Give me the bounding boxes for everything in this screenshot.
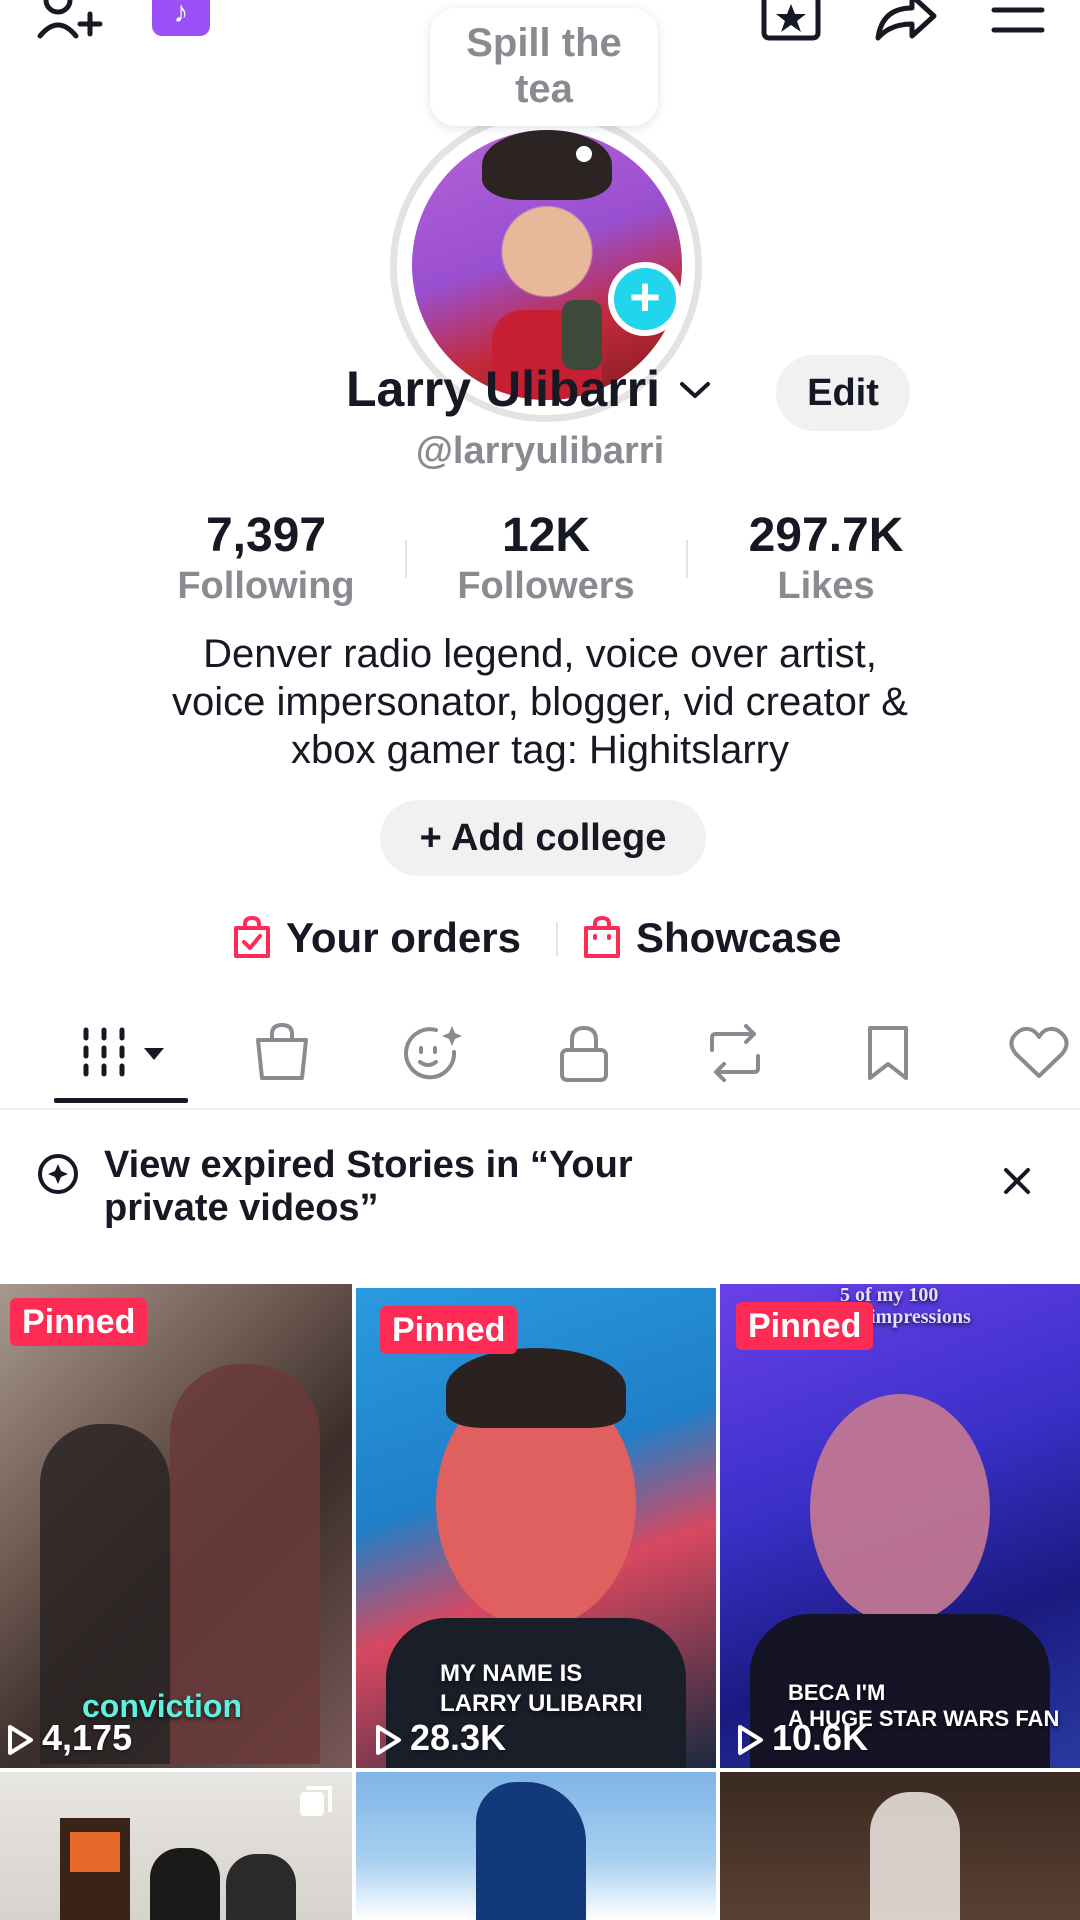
profile-name-text: Larry Ulibarri — [346, 361, 661, 417]
pinned-badge: Pinned — [10, 1298, 148, 1346]
shopping-bag-check-icon — [234, 915, 270, 958]
close-icon[interactable] — [1002, 1166, 1032, 1196]
your-orders-link[interactable]: Your orders — [232, 910, 521, 966]
view-count-text: 4,175 — [42, 1717, 133, 1758]
stat-likes[interactable]: 297.7K Likes — [706, 508, 946, 608]
shop-bag-icon[interactable] — [254, 1022, 310, 1082]
showcase-label: Showcase — [636, 914, 842, 961]
bio-line: Denver radio legend, voice over artist, — [203, 632, 877, 676]
edit-profile-button[interactable]: Edit — [776, 355, 910, 431]
profile-note-bubble[interactable]: Spill the tea — [430, 8, 658, 126]
stat-divider — [405, 540, 407, 578]
stat-divider — [686, 540, 688, 578]
view-count: 28.3K — [374, 1718, 506, 1758]
your-orders-label: Your orders — [286, 914, 521, 961]
menu-icon[interactable] — [990, 0, 1046, 40]
thumbnail-figure — [476, 1782, 586, 1920]
orders-divider — [556, 922, 558, 956]
video-thumbnail[interactable] — [0, 1772, 352, 1920]
stat-followers[interactable]: 12K Followers — [426, 508, 666, 608]
thumbnail-figure — [870, 1792, 960, 1920]
profile-note-line2: tea — [515, 67, 573, 111]
pinned-badge: Pinned — [380, 1306, 518, 1354]
star-frame-icon[interactable] — [760, 0, 822, 42]
view-count-text: 28.3K — [410, 1717, 507, 1758]
view-count: 10.6K — [736, 1718, 868, 1758]
active-tab-indicator — [54, 1098, 188, 1103]
play-icon — [8, 1725, 33, 1755]
view-count: 4,175 — [6, 1718, 132, 1758]
profile-name[interactable]: Larry Ulibarri — [346, 360, 712, 418]
thumbnail-figure — [810, 1394, 990, 1624]
bio-line: xbox gamer tag: Highitslarry — [291, 728, 789, 772]
stat-following[interactable]: 7,397 Following — [146, 508, 386, 608]
thumbnail-figure — [226, 1854, 296, 1920]
stat-likes-value: 297.7K — [748, 509, 904, 562]
video-thumbnail[interactable]: 5 of my 100 impressions Pinned BECA I'M … — [720, 1284, 1080, 1768]
stories-plus-icon — [38, 1154, 78, 1194]
heart-icon[interactable] — [1008, 1026, 1070, 1080]
expired-stories-line2: private videos” — [104, 1187, 379, 1229]
stat-followers-value: 12K — [501, 509, 591, 562]
share-icon[interactable] — [872, 0, 938, 42]
stat-following-value: 7,397 — [205, 509, 327, 562]
video-caption-line1: MY NAME IS — [440, 1660, 583, 1687]
video-caption-line2: LARRY ULIBARRI — [440, 1690, 643, 1717]
showcase-link[interactable]: Showcase — [582, 910, 841, 966]
bookmark-icon[interactable] — [864, 1024, 912, 1082]
profile-bio: Denver radio legend, voice over artist, … — [60, 630, 1020, 774]
note-pointer-dot — [576, 146, 592, 162]
tabs-separator — [0, 1108, 1080, 1110]
play-icon — [376, 1725, 401, 1755]
thumbnail-figure — [446, 1348, 626, 1428]
video-thumbnail[interactable]: Pinned MY NAME IS LARRY ULIBARRI 28.3K — [356, 1288, 716, 1768]
stat-following-label: Following — [177, 565, 355, 607]
play-icon — [738, 1725, 763, 1755]
multi-photo-icon — [300, 1786, 332, 1816]
shopping-bag-icon — [584, 915, 620, 958]
bio-line: voice impersonator, blogger, vid creator… — [172, 680, 908, 724]
profile-handle: @larryulibarri — [415, 430, 665, 472]
video-caption-line1: BECA I'M — [788, 1680, 886, 1705]
repost-icon[interactable] — [704, 1024, 766, 1082]
stat-followers-label: Followers — [457, 565, 635, 607]
add-college-button[interactable]: + Add college — [380, 800, 706, 876]
pinned-badge: Pinned — [736, 1302, 874, 1350]
chevron-down-icon[interactable] — [678, 378, 712, 402]
video-thumbnail[interactable] — [356, 1772, 716, 1920]
add-story-icon[interactable]: + — [608, 262, 682, 336]
lock-icon[interactable] — [556, 1024, 612, 1084]
tiktok-app-icon[interactable]: ♪ — [152, 0, 210, 36]
expired-stories-banner[interactable]: View expired Stories in “Your private vi… — [0, 1130, 1080, 1250]
videos-grid-icon[interactable] — [80, 1024, 168, 1084]
profile-note-line1: Spill the — [466, 21, 622, 65]
profile-tabs — [0, 1018, 1080, 1106]
view-count-text: 10.6K — [772, 1717, 869, 1758]
thumbnail-figure — [70, 1832, 120, 1872]
expired-stories-line1: View expired Stories in “Your — [104, 1144, 633, 1186]
thumbnail-figure — [150, 1848, 220, 1920]
ai-self-icon[interactable] — [402, 1022, 466, 1084]
expired-stories-text: View expired Stories in “Your private vi… — [104, 1144, 724, 1230]
add-friend-icon[interactable] — [36, 0, 106, 42]
video-thumbnail[interactable]: Pinned conviction 4,175 — [0, 1284, 352, 1768]
video-thumbnail[interactable] — [720, 1772, 1080, 1920]
stat-likes-label: Likes — [777, 565, 875, 607]
video-top-caption-line2: impressions — [870, 1306, 971, 1328]
